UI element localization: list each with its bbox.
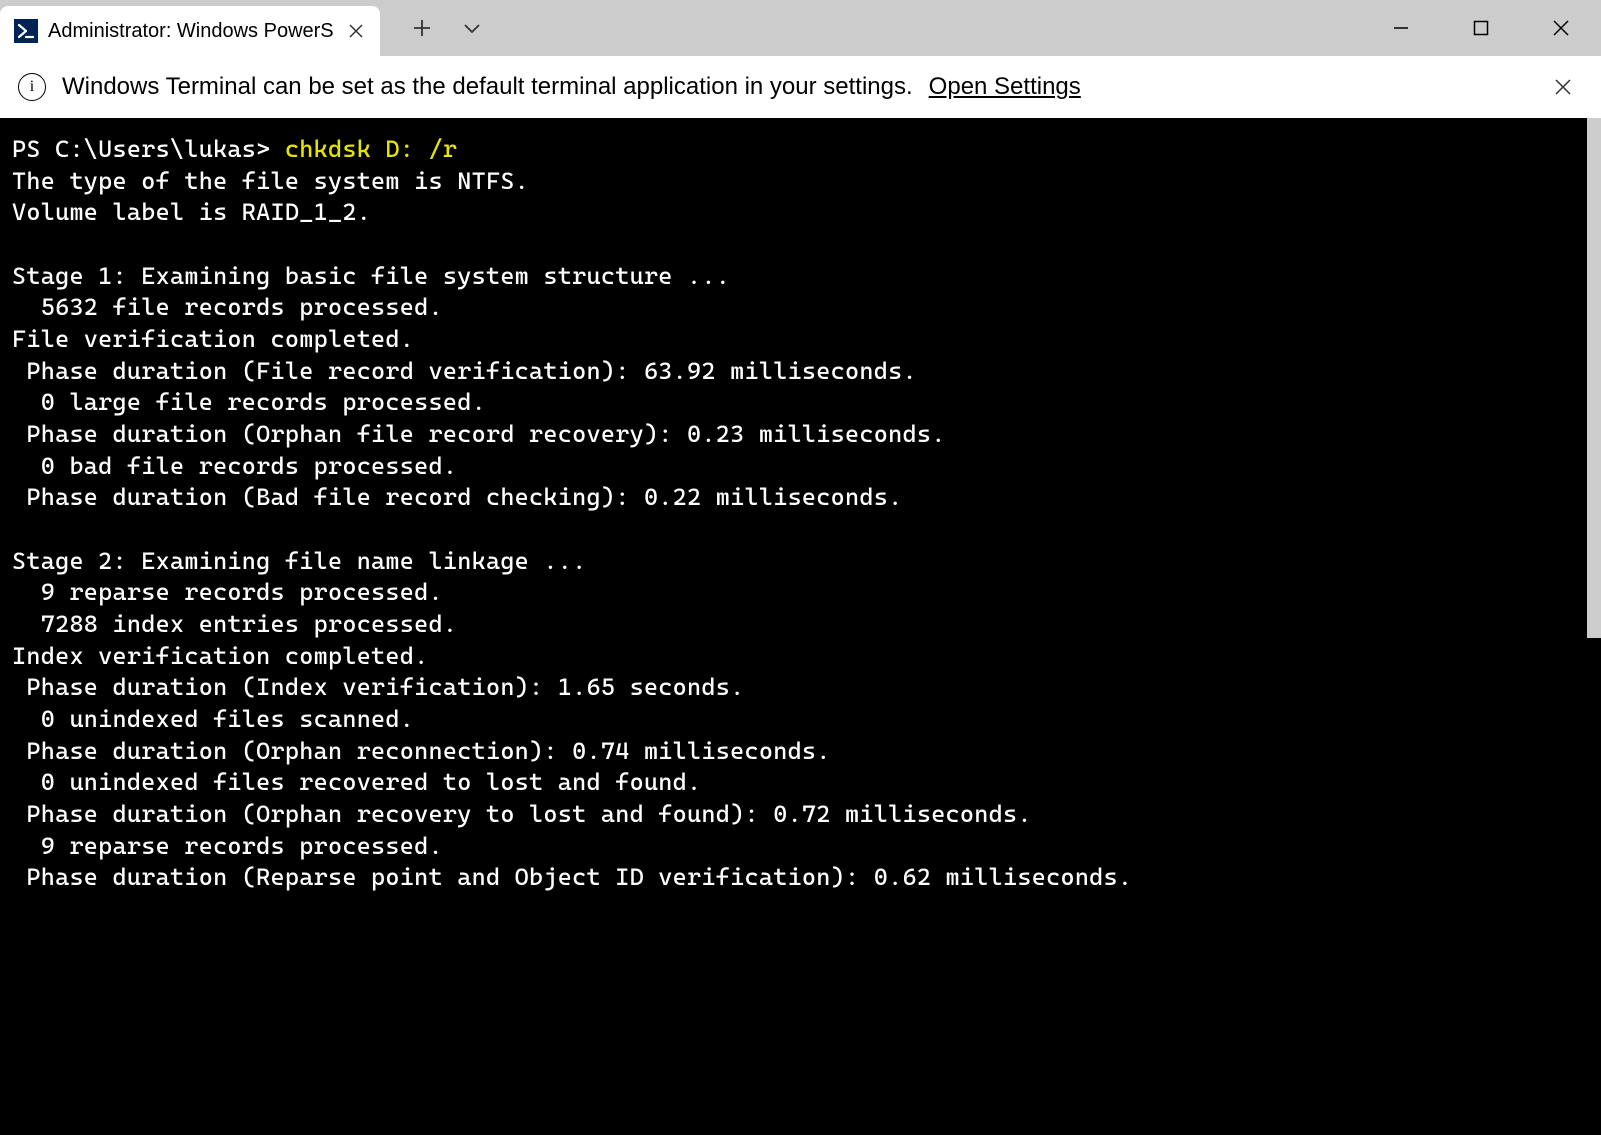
minimize-button[interactable] [1361,0,1441,56]
terminal-line: Phase duration (Orphan reconnection): 0.… [12,737,831,765]
info-close-button[interactable] [1543,67,1583,107]
tab-close-button[interactable] [344,19,368,43]
terminal-line: Phase duration (Orphan recovery to lost … [12,800,1032,828]
title-bar: Administrator: Windows PowerS [0,0,1601,56]
maximize-button[interactable] [1441,0,1521,56]
terminal-line: 0 unindexed files recovered to lost and … [12,768,701,796]
terminal-output[interactable]: PS C:\Users\lukas> chkdsk D: /r The type… [0,118,1601,1135]
tab-active[interactable]: Administrator: Windows PowerS [0,6,380,56]
info-bar: i Windows Terminal can be set as the def… [0,56,1601,118]
powershell-icon [14,19,38,43]
terminal-line: 0 bad file records processed. [12,452,457,480]
tab-title: Administrator: Windows PowerS [48,20,334,43]
terminal-line: Stage 1: Examining basic file system str… [12,262,730,290]
open-settings-link[interactable]: Open Settings [929,73,1081,101]
terminal-line: Phase duration (Index verification): 1.6… [12,673,745,701]
info-icon: i [18,73,46,101]
terminal-line: 5632 file records processed. [12,293,443,321]
info-message: Windows Terminal can be set as the defau… [62,73,913,101]
terminal-line: 0 large file records processed. [12,388,486,416]
terminal-line: 9 reparse records processed. [12,578,443,606]
terminal-line: Phase duration (Reparse point and Object… [12,863,1132,891]
terminal-command: chkdsk D: /r [285,135,457,163]
terminal-line: 7288 index entries processed. [12,610,457,638]
terminal-line: 9 reparse records processed. [12,832,443,860]
terminal-line: Index verification completed. [12,642,429,670]
tab-dropdown-button[interactable] [450,6,494,50]
terminal-line: The type of the file system is NTFS. [12,167,529,195]
terminal-line: File verification completed. [12,325,414,353]
terminal-line: Phase duration (Bad file record checking… [12,483,902,511]
terminal-line: Phase duration (Orphan file record recov… [12,420,946,448]
terminal-line: 0 unindexed files scanned. [12,705,414,733]
scrollbar-vertical[interactable] [1587,118,1601,638]
terminal-line: Volume label is RAID_1_2. [12,198,371,226]
tab-actions [400,6,494,50]
close-window-button[interactable] [1521,0,1601,56]
terminal-line: Phase duration (File record verification… [12,357,917,385]
window-controls [1361,0,1601,56]
new-tab-button[interactable] [400,6,444,50]
terminal-prompt: PS C:\Users\lukas> [12,135,285,163]
terminal-line: Stage 2: Examining file name linkage ... [12,547,587,575]
